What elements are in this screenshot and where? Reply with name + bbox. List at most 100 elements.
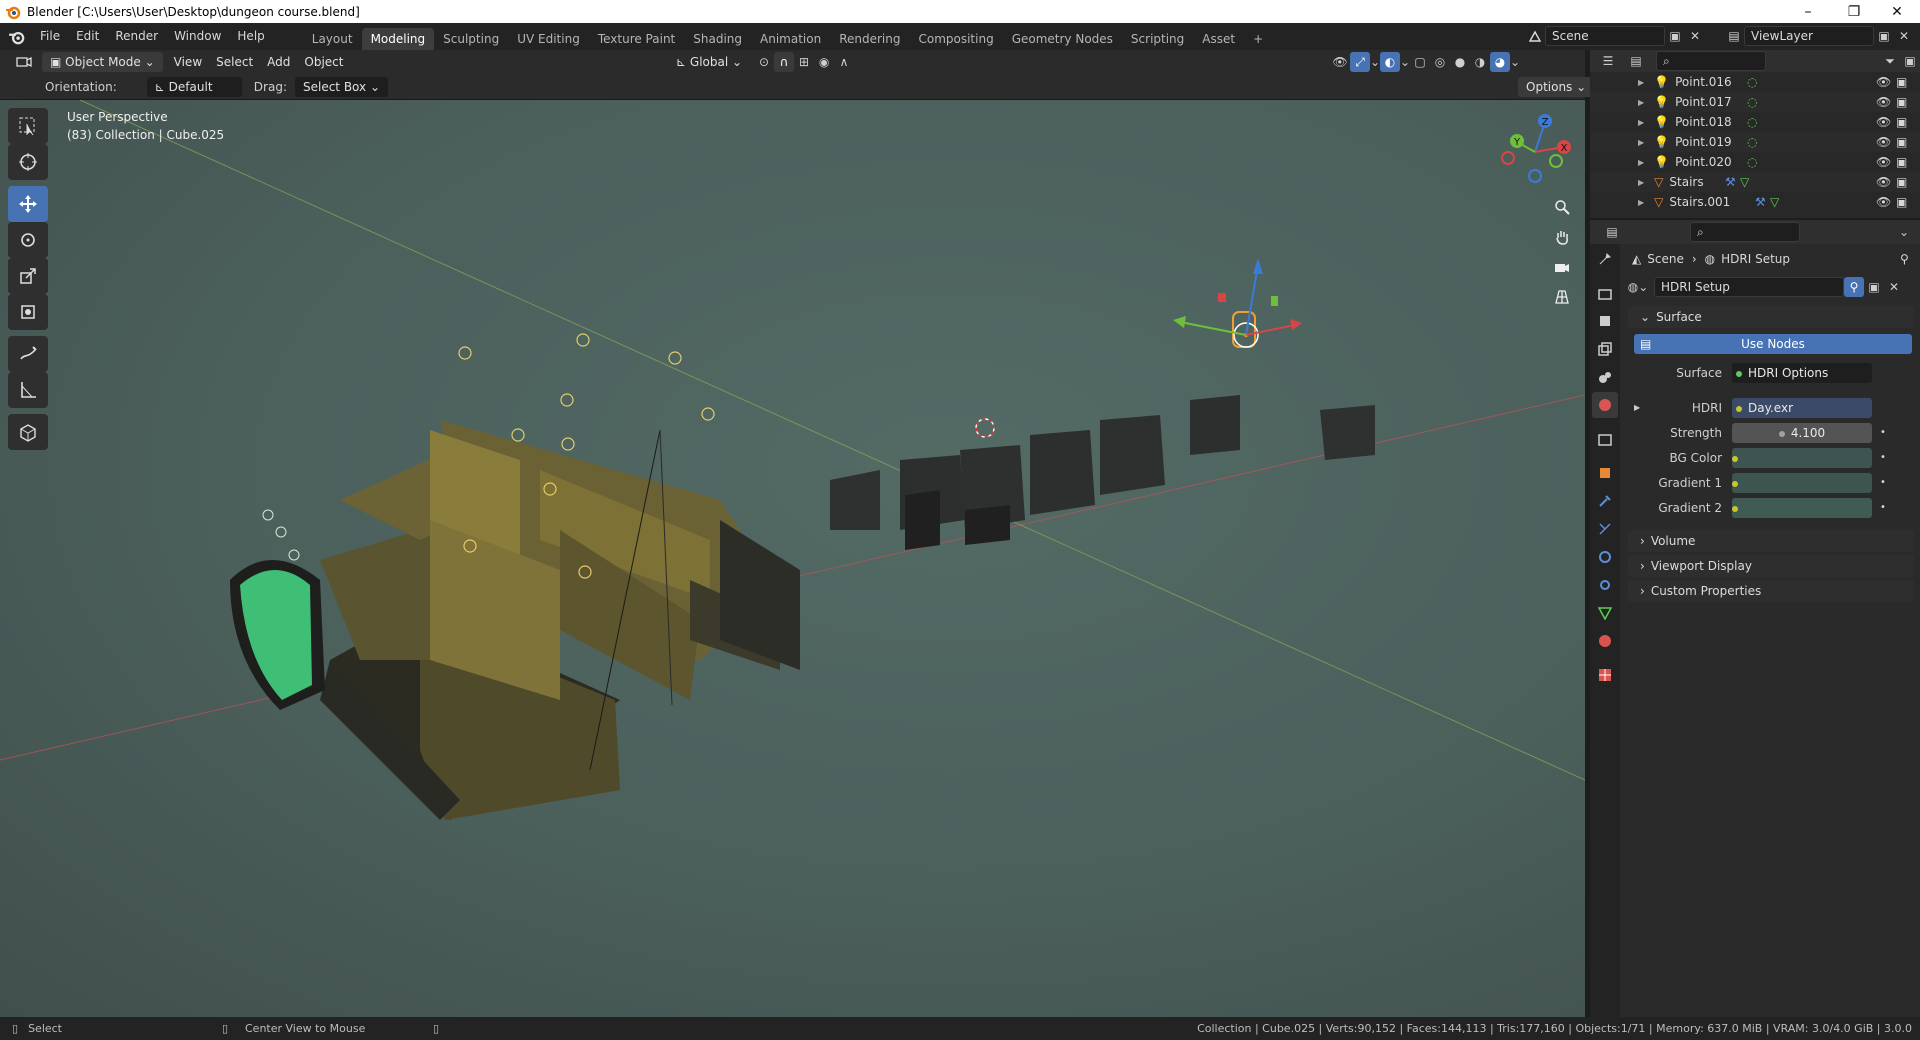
orientation-dropdown[interactable]: ⊾ Default xyxy=(146,76,242,97)
editor-type-icon[interactable] xyxy=(10,52,38,72)
outliner-search-input[interactable]: ⌕ xyxy=(1656,51,1766,71)
collection-tab-icon[interactable] xyxy=(1592,426,1618,452)
render-camera-icon[interactable]: ▣ xyxy=(1896,115,1907,129)
tab-layout[interactable]: Layout xyxy=(303,28,362,50)
transform-orientation-dropdown[interactable]: ⊾ Global ⌄ xyxy=(668,52,751,72)
keyframe-dot-icon[interactable]: • xyxy=(1880,477,1886,488)
blender-menu-icon[interactable] xyxy=(8,28,26,46)
collapsed-panel-custom-properties[interactable]: › Custom Properties xyxy=(1628,580,1914,602)
zoom-icon[interactable] xyxy=(1549,194,1575,220)
transform-tool[interactable] xyxy=(8,294,48,330)
perspective-grid-icon[interactable] xyxy=(1549,284,1575,310)
collapsed-panel-volume[interactable]: › Volume xyxy=(1628,530,1914,552)
scene-field[interactable]: Scene xyxy=(1545,26,1665,46)
render-camera-icon[interactable]: ▣ xyxy=(1896,155,1907,169)
close-window-button[interactable]: ✕ xyxy=(1874,0,1920,23)
tab-modeling[interactable]: Modeling xyxy=(361,28,435,50)
render-camera-icon[interactable]: ▣ xyxy=(1896,135,1907,149)
add-workspace-button[interactable]: + xyxy=(1244,28,1272,50)
modifier-tab-icon[interactable] xyxy=(1592,488,1618,514)
annotate-tool[interactable] xyxy=(8,336,48,372)
light-data-icon[interactable]: ◌ xyxy=(1747,95,1757,109)
visibility-eye-icon[interactable]: 👁 xyxy=(1876,155,1891,169)
tab-scripting[interactable]: Scripting xyxy=(1122,28,1193,50)
world-browse-icon[interactable]: ◍⌄ xyxy=(1628,277,1649,297)
use-nodes-button[interactable]: ▤ Use Nodes xyxy=(1634,334,1912,354)
new-collection-icon[interactable]: ▣ xyxy=(1900,51,1920,71)
outliner-row[interactable]: ▶ 💡 Point.020 ◌ 👁 ▣ xyxy=(1590,152,1920,172)
keyframe-dot-icon[interactable]: • xyxy=(1880,452,1886,463)
solid-shading-icon[interactable]: ● xyxy=(1450,52,1470,72)
light-data-icon[interactable]: ◌ xyxy=(1747,135,1757,149)
navigation-gizmo[interactable]: Z X Y xyxy=(1495,110,1575,190)
select-box-tool[interactable] xyxy=(8,108,48,144)
tab-geometry-nodes[interactable]: Geometry Nodes xyxy=(1003,28,1122,50)
menu-help[interactable]: Help xyxy=(229,23,272,50)
fake-user-icon[interactable]: ⚲ xyxy=(1844,277,1864,297)
material-tab-icon[interactable] xyxy=(1592,628,1618,654)
expand-arrow-icon[interactable]: ▶ xyxy=(1638,118,1644,127)
constraints-tab-icon[interactable] xyxy=(1592,572,1618,598)
scale-tool[interactable] xyxy=(8,258,48,294)
world-name-field[interactable]: HDRI Setup xyxy=(1654,277,1844,297)
light-data-icon[interactable]: ◌ xyxy=(1747,115,1757,129)
move-tool[interactable] xyxy=(8,186,48,222)
mesh-data-icon[interactable]: ▽ xyxy=(1770,195,1779,209)
display-mode-icon[interactable]: ▤ xyxy=(1622,51,1650,71)
menu-window[interactable]: Window xyxy=(166,23,229,50)
keyframe-dot-icon[interactable]: • xyxy=(1880,502,1886,513)
tab-asset[interactable]: Asset xyxy=(1193,28,1244,50)
render-camera-icon[interactable]: ▣ xyxy=(1896,195,1907,209)
properties-options-icon[interactable]: ⌄ xyxy=(1894,222,1914,242)
properties-editor-type-icon[interactable]: ▤ xyxy=(1598,222,1626,242)
rotate-tool[interactable] xyxy=(8,222,48,258)
pin-icon[interactable]: ⚲ xyxy=(1900,252,1909,266)
drag-dropdown[interactable]: Select Box ⌄ xyxy=(294,76,388,97)
pan-hand-icon[interactable] xyxy=(1549,224,1575,250)
particles-tab-icon[interactable] xyxy=(1592,516,1618,542)
outliner-editor-type-icon[interactable]: ☰ xyxy=(1594,51,1622,71)
unlink-world-icon[interactable]: ✕ xyxy=(1884,277,1904,297)
menu-edit[interactable]: Edit xyxy=(68,23,107,50)
render-tab-icon[interactable] xyxy=(1592,280,1618,306)
new-scene-icon[interactable]: ▣ xyxy=(1665,26,1685,46)
duplicate-world-icon[interactable]: ▣ xyxy=(1864,277,1884,297)
expand-arrow-icon[interactable]: ▶ xyxy=(1638,158,1644,167)
strength-field[interactable]: 4.100 xyxy=(1732,422,1872,443)
mesh-data-icon[interactable]: ▽ xyxy=(1740,175,1749,189)
mode-dropdown[interactable]: ▣ Object Mode ⌄ xyxy=(42,52,163,72)
outliner-row[interactable]: ▶ ▽ Stairs ⚒ ▽ 👁 ▣ xyxy=(1590,172,1920,192)
outliner-row[interactable]: ▶ 💡 Point.019 ◌ 👁 ▣ xyxy=(1590,132,1920,152)
view-layer-icon[interactable]: ▤ xyxy=(1724,26,1744,46)
modifier-icon[interactable]: ⚒ xyxy=(1725,175,1736,189)
maximize-button[interactable]: ❐ xyxy=(1831,0,1877,23)
proportional-edit-icon[interactable]: ◉ xyxy=(814,52,834,72)
wireframe-shading-icon[interactable]: ◎ xyxy=(1430,52,1450,72)
tab-sculpting[interactable]: Sculpting xyxy=(434,28,508,50)
surface-shader-field[interactable]: HDRI Options xyxy=(1732,362,1872,383)
expand-arrow-icon[interactable]: ▶ xyxy=(1638,78,1644,87)
visibility-eye-icon[interactable]: 👁 xyxy=(1876,195,1891,209)
outliner-row[interactable]: ▶ 💡 Point.017 ◌ 👁 ▣ xyxy=(1590,92,1920,112)
overlay-toggle-icon[interactable]: ◐ xyxy=(1380,52,1400,72)
menu-add[interactable]: Add xyxy=(260,50,297,74)
menu-view[interactable]: View xyxy=(167,50,209,74)
tab-compositing[interactable]: Compositing xyxy=(909,28,1002,50)
rendered-shading-icon[interactable]: ◕ xyxy=(1490,52,1510,72)
keyframe-dot-icon[interactable]: • xyxy=(1880,427,1886,438)
expand-arrow-icon[interactable]: ▶ xyxy=(1634,403,1640,412)
view-layer-tab-icon[interactable] xyxy=(1592,336,1618,362)
surface-panel-header[interactable]: ⌄ Surface xyxy=(1628,306,1914,328)
add-cube-tool[interactable] xyxy=(8,414,48,450)
physics-tab-icon[interactable] xyxy=(1592,544,1618,570)
tab-rendering[interactable]: Rendering xyxy=(830,28,909,50)
hdri-image-field[interactable]: Day.exr xyxy=(1732,397,1872,418)
outliner-row[interactable]: ▶ 💡 Point.018 ◌ 👁 ▣ xyxy=(1590,112,1920,132)
output-tab-icon[interactable] xyxy=(1592,308,1618,334)
render-camera-icon[interactable]: ▣ xyxy=(1896,95,1907,109)
visibility-eye-icon[interactable]: 👁 xyxy=(1876,115,1891,129)
expand-arrow-icon[interactable]: ▶ xyxy=(1638,178,1644,187)
new-view-layer-icon[interactable]: ▣ xyxy=(1874,26,1894,46)
tab-animation[interactable]: Animation xyxy=(751,28,830,50)
tab-uv-editing[interactable]: UV Editing xyxy=(508,28,589,50)
